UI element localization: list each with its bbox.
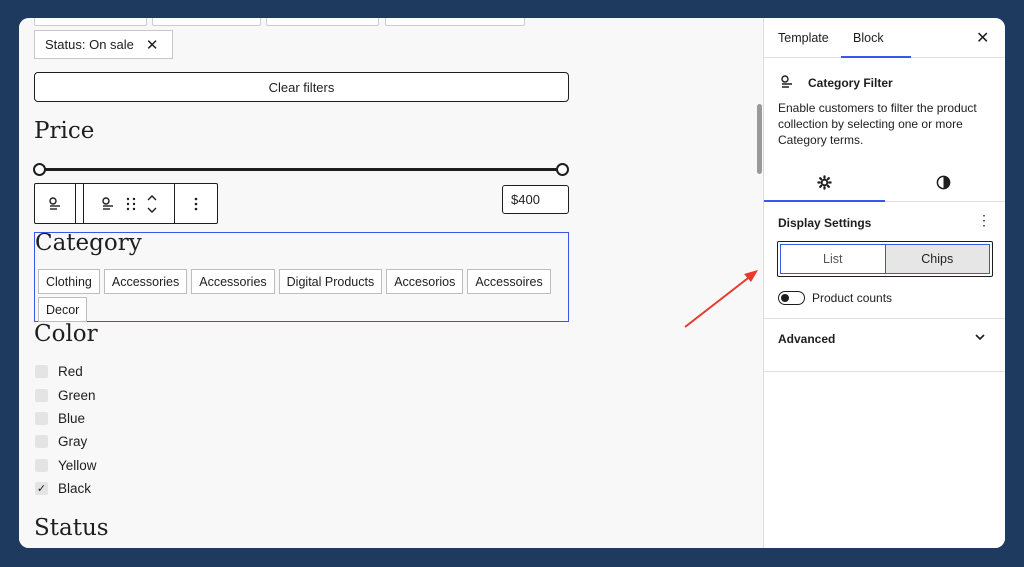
color-option[interactable]: Yellow: [35, 454, 97, 477]
display-settings-title: Display Settings: [778, 216, 872, 230]
color-label: Gray: [58, 434, 88, 450]
product-counts-toggle[interactable]: [778, 291, 805, 305]
category-filter-block[interactable]: Category Clothing Accessories Accessories D…: [34, 230, 569, 322]
category-chip[interactable]: Digital Products: [278, 269, 383, 294]
color-heading: Color: [34, 321, 98, 347]
color-option[interactable]: Red: [35, 360, 97, 383]
category-chip[interactable]: Clothing: [38, 269, 100, 294]
block-switcher[interactable]: [84, 184, 176, 223]
category-chip-row: Clothing Accessories Accessories Digital Pr…: [38, 269, 551, 294]
checkbox[interactable]: [35, 365, 48, 379]
filter-block-icon: [49, 196, 60, 210]
category-chip[interactable]: Accessories: [191, 269, 275, 294]
status-filter-chip[interactable]: Status: On sale ✕: [34, 30, 173, 59]
drag-handle-icon[interactable]: [126, 197, 136, 211]
checkbox[interactable]: [35, 388, 48, 402]
price-slider-track[interactable]: [40, 168, 563, 171]
product-counts-label: Product counts: [812, 291, 893, 305]
price-slider-max-handle[interactable]: [556, 163, 569, 176]
settings-sidebar: Template Block ✕ Category Filter Enable …: [764, 18, 1005, 548]
contrast-icon[interactable]: [936, 175, 951, 190]
chips-option-button[interactable]: Chips: [885, 244, 990, 274]
checkbox[interactable]: [35, 411, 48, 425]
active-tab-indicator: [841, 56, 911, 58]
color-checkbox-list: Red Green Blue Gray Yellow ✓ Black: [35, 360, 97, 500]
price-heading: Price: [34, 118, 95, 144]
editor-scrollbar[interactable]: [757, 104, 762, 174]
settings-styles-tabs: [764, 166, 1005, 202]
color-label: Black: [58, 481, 92, 497]
sidebar-tabs: Template Block ✕: [764, 18, 1005, 58]
active-filter-chip[interactable]: [152, 18, 261, 26]
filter-block-icon: [102, 196, 113, 210]
block-toolbar: [34, 183, 218, 224]
checkbox[interactable]: ✓: [35, 482, 48, 496]
clear-filters-button[interactable]: Clear filters: [34, 72, 569, 102]
advanced-panel-toggle[interactable]: Advanced: [778, 332, 835, 346]
close-icon[interactable]: ✕: [146, 36, 159, 54]
max-price-input[interactable]: $400: [502, 185, 569, 214]
active-subtab-indicator: [764, 200, 885, 202]
checkbox[interactable]: [35, 435, 48, 449]
filter-block-icon: [781, 75, 792, 88]
tab-block[interactable]: Block: [853, 31, 884, 45]
category-chip[interactable]: Accessoires: [467, 269, 551, 294]
kebab-menu-icon[interactable]: ⋮: [977, 212, 991, 229]
color-option[interactable]: Gray: [35, 430, 97, 453]
status-heading: Status: [34, 515, 109, 541]
chevron-down-icon[interactable]: [974, 331, 986, 343]
close-icon[interactable]: ✕: [976, 28, 989, 48]
active-filter-chip[interactable]: [34, 18, 147, 26]
color-option[interactable]: ✓ Black: [35, 477, 97, 500]
category-heading: Category: [35, 230, 142, 256]
active-filter-chip[interactable]: [385, 18, 525, 26]
app-window: Status: On sale ✕ Clear filters Price $4…: [19, 18, 1005, 548]
color-label: Green: [58, 387, 96, 403]
move-up-down-icon[interactable]: [146, 193, 158, 215]
block-description: Enable customers to filter the product c…: [778, 101, 977, 147]
color-option[interactable]: Green: [35, 383, 97, 406]
parent-block-button[interactable]: [35, 184, 76, 223]
category-chip-row: Decor: [38, 297, 88, 322]
display-style-toggle: List Chips: [777, 241, 993, 277]
color-label: Blue: [58, 410, 86, 426]
checkbox[interactable]: [35, 458, 48, 472]
active-filter-chip[interactable]: [266, 18, 379, 26]
category-chip[interactable]: Accessories: [103, 269, 188, 294]
color-label: Red: [58, 364, 83, 380]
category-chip[interactable]: Accesorios: [386, 269, 464, 294]
more-options-button[interactable]: [175, 184, 217, 223]
block-title: Category Filter: [808, 76, 893, 90]
editor-canvas: Status: On sale ✕ Clear filters Price $4…: [19, 18, 763, 548]
list-option-button[interactable]: List: [780, 244, 886, 274]
status-chip-label: Status: On sale: [45, 37, 134, 52]
kebab-menu-icon: [194, 197, 198, 210]
category-chip[interactable]: Decor: [38, 297, 88, 322]
color-option[interactable]: Blue: [35, 407, 97, 430]
color-label: Yellow: [58, 457, 97, 473]
gear-icon[interactable]: [817, 175, 832, 190]
tab-template[interactable]: Template: [778, 31, 829, 45]
price-slider-min-handle[interactable]: [33, 163, 46, 176]
